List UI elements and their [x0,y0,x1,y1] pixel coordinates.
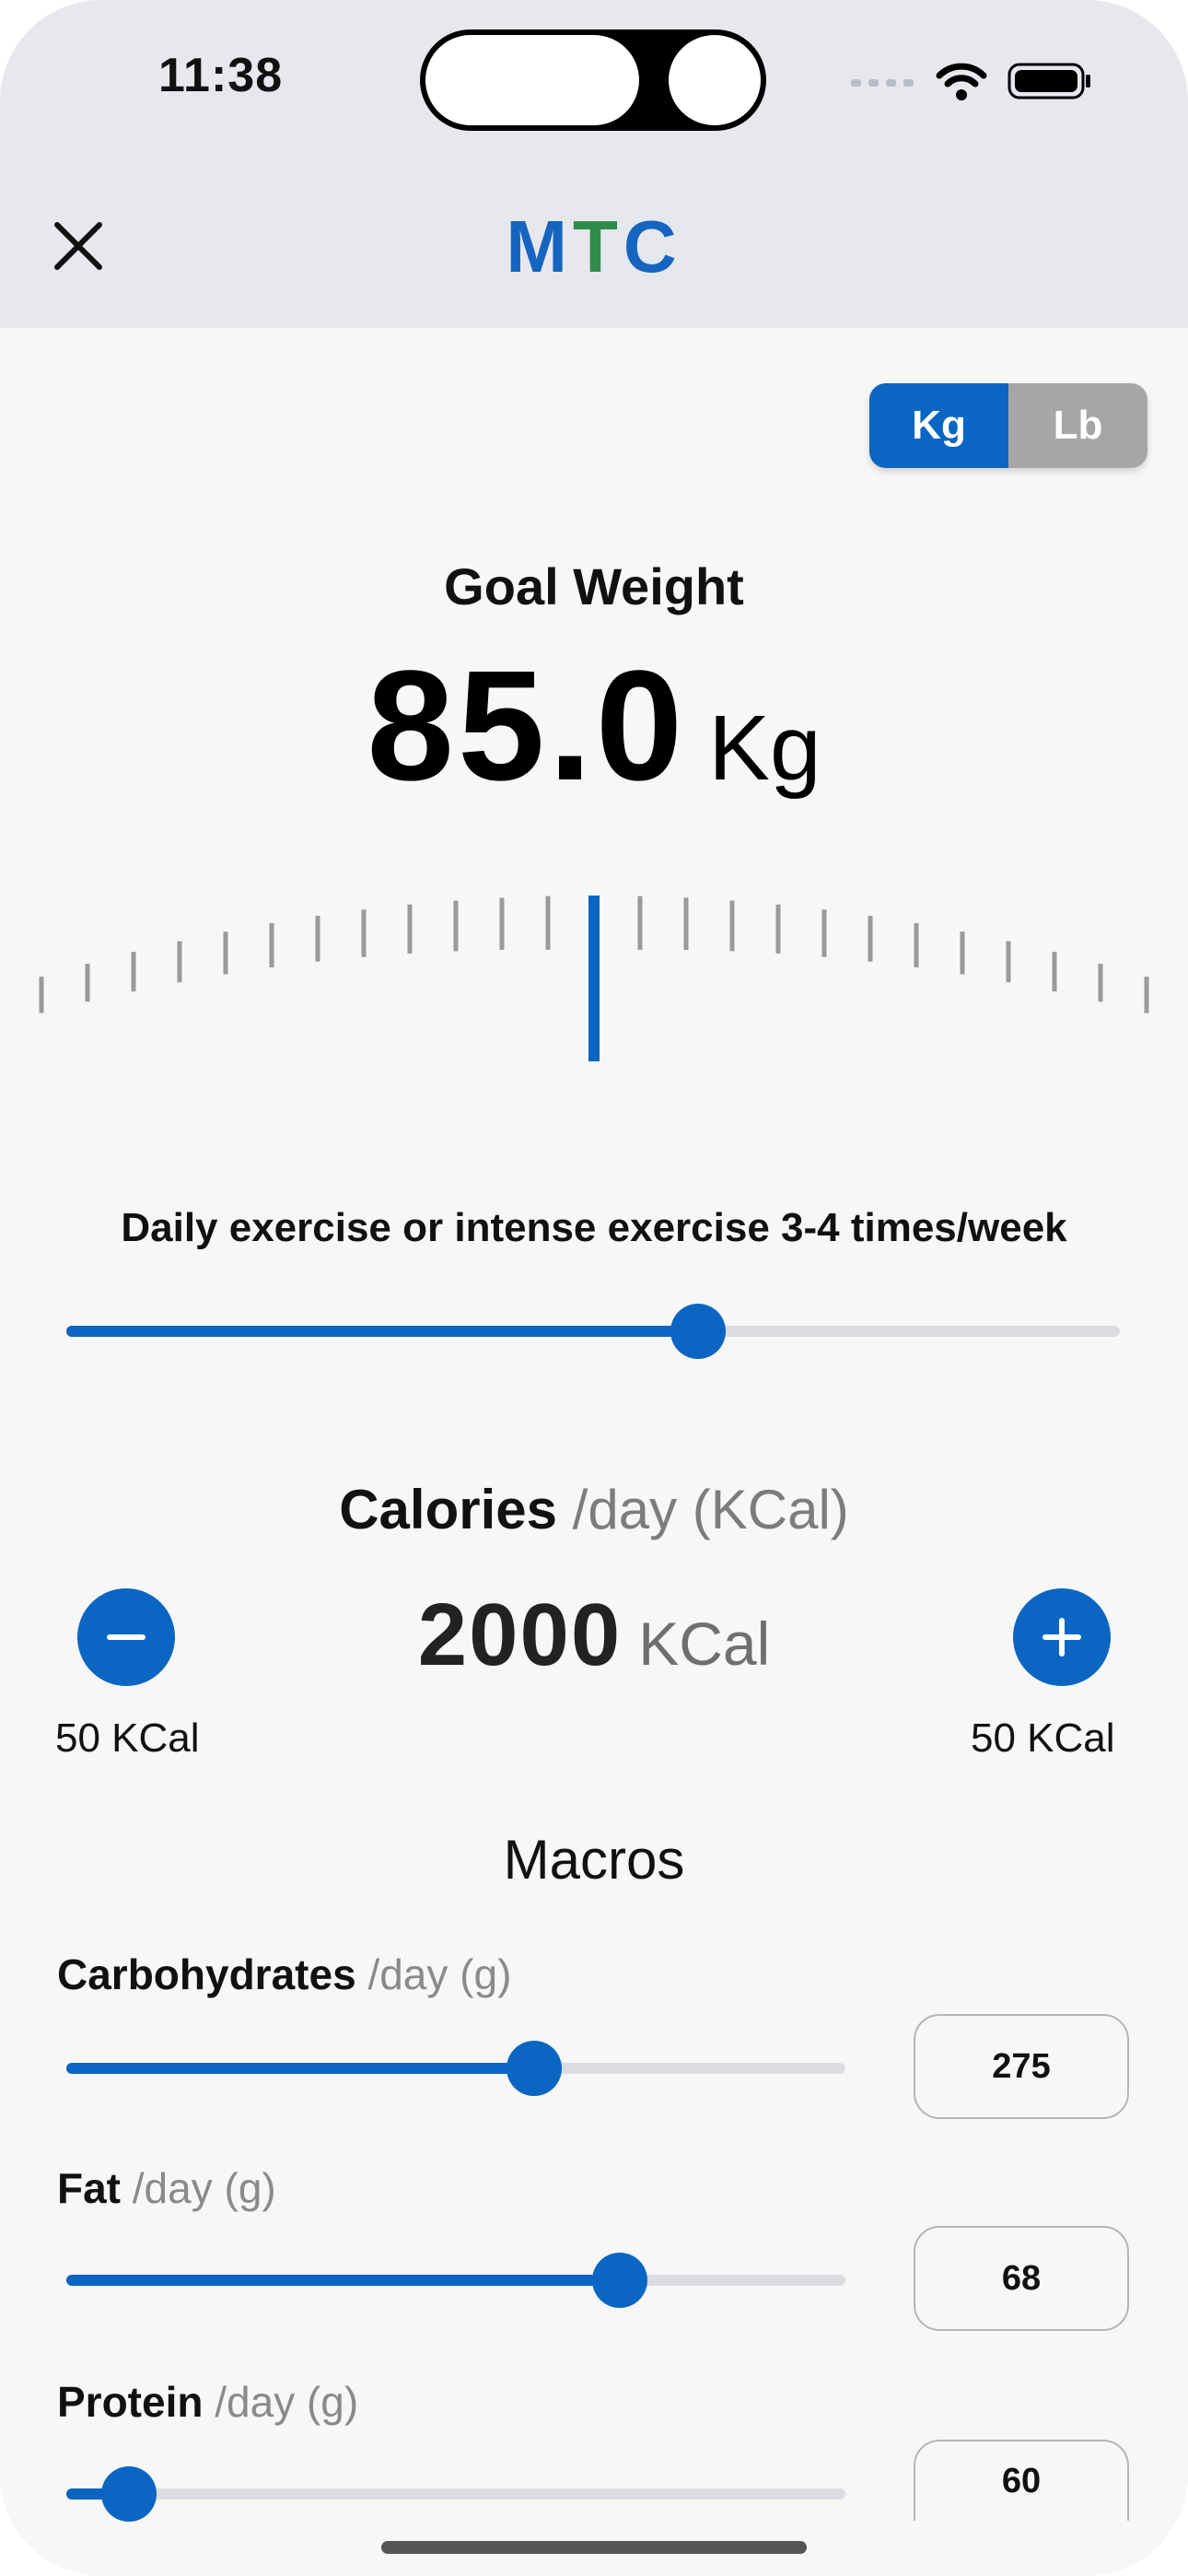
dynamic-island [420,29,766,131]
activity-level-slider[interactable] [66,1303,1120,1359]
ruler-tick [1144,977,1149,1013]
ruler-tick [361,909,367,957]
goal-weight-value: 85.0 [367,638,687,814]
battery-icon [1007,63,1090,100]
protein-input[interactable]: 60 [914,2440,1129,2521]
unit-option-kg[interactable]: Kg [869,383,1008,468]
ruler-tick [223,931,228,975]
increase-step-label: 50 KCal [971,1715,1115,1761]
activity-level-label: Daily exercise or intense exercise 3-4 t… [121,1205,1067,1250]
ruler-tick [821,909,827,957]
calories-unit: KCal [638,1610,771,1678]
ruler-tick [1006,941,1011,983]
app-screen: 11:38 MTC Kg Lb Goal Weight 85.0 Kg Dail… [0,0,1188,2576]
goal-weight-label: Goal Weight [444,557,744,615]
ruler-tick [39,977,44,1013]
ruler-tick [1098,964,1103,1002]
cellular-signal-icon [851,79,914,87]
ruler-tick [131,952,136,992]
goal-weight-display: 85.0 Kg [0,636,1188,816]
activity-slider-thumb[interactable] [670,1304,727,1359]
ruler-tick [85,964,90,1002]
ruler-tick [868,916,873,962]
decrease-step-label: 50 KCal [55,1715,200,1761]
protein-slider[interactable] [66,2465,845,2522]
weight-ruler-dial[interactable] [0,884,1188,1106]
ruler-current-marker [588,896,600,1061]
calories-label: Calories /day (KCal) [339,1479,849,1540]
top-bar: 11:38 MTC [0,0,1188,328]
ruler-tick [315,916,320,962]
ruler-tick [683,897,689,951]
unit-toggle[interactable]: Kg Lb [869,383,1147,468]
ruler-tick [637,896,643,950]
ruler-tick [407,904,413,954]
fat-input[interactable]: 68 [914,2226,1129,2331]
protein-slider-thumb[interactable] [100,2466,157,2522]
home-indicator[interactable] [381,2541,807,2554]
ruler-tick [729,900,735,952]
wifi-icon [936,63,987,100]
ruler-tick [775,904,781,954]
fat-slider-thumb[interactable] [591,2253,647,2308]
ruler-tick [1052,952,1057,992]
protein-label: Protein /day (g) [57,2378,359,2426]
ruler-tick [960,931,965,975]
goal-weight-unit: Kg [708,697,821,800]
ruler-tick [453,900,459,952]
calories-display: 2000 KCal [0,1585,1188,1686]
increase-calories-button[interactable] [1013,1588,1111,1686]
calories-value: 2000 [417,1586,623,1684]
status-icons [851,53,1092,109]
status-time: 11:38 [158,49,284,102]
ruler-tick [499,897,505,951]
app-logo: MTC [506,205,682,287]
carbs-label: Carbohydrates /day (g) [57,1950,512,1998]
macros-title: Macros [503,1829,685,1891]
fat-label: Fat /day (g) [57,2164,276,2212]
fat-slider[interactable] [66,2252,845,2308]
carbs-input[interactable]: 275 [914,2014,1129,2119]
ruler-tick [914,923,919,967]
plus-icon [1059,1618,1065,1657]
ruler-tick [545,896,551,950]
unit-option-lb[interactable]: Lb [1008,383,1147,468]
carbs-slider-thumb[interactable] [506,2041,562,2096]
ruler-tick [177,941,182,983]
ruler-tick [269,923,274,967]
carbs-slider[interactable] [66,2040,845,2096]
